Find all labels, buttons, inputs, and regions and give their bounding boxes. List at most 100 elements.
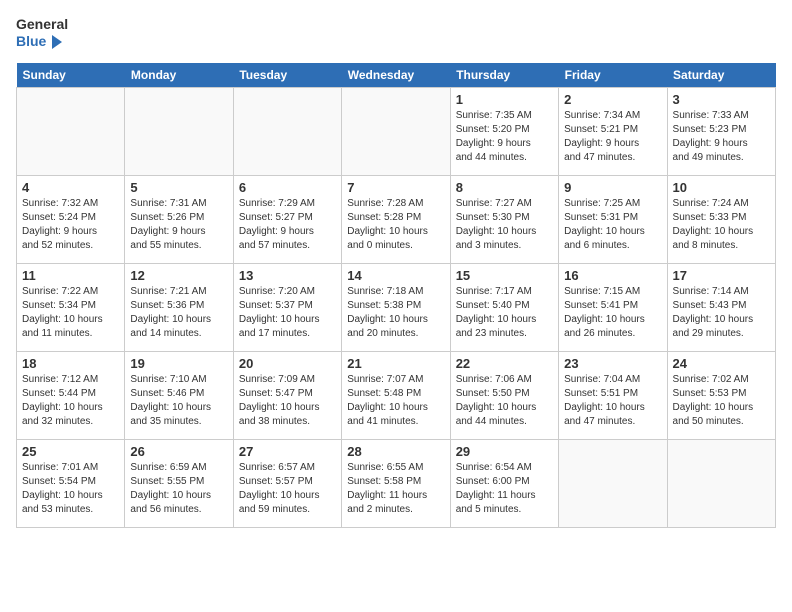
calendar-cell [233, 87, 341, 175]
calendar-table: SundayMondayTuesdayWednesdayThursdayFrid… [16, 63, 776, 528]
day-number: 3 [673, 92, 770, 107]
calendar-cell [125, 87, 233, 175]
calendar-cell: 21 Sunrise: 7:07 AMSunset: 5:48 PMDayligh… [342, 351, 450, 439]
week-row-5: 25 Sunrise: 7:01 AMSunset: 5:54 PMDayligh… [17, 439, 776, 527]
week-row-3: 11 Sunrise: 7:22 AMSunset: 5:34 PMDayligh… [17, 263, 776, 351]
calendar-cell: 7 Sunrise: 7:28 AMSunset: 5:28 PMDaylight… [342, 175, 450, 263]
weekday-header-saturday: Saturday [667, 63, 775, 88]
calendar-cell: 16Sunrise: 7:15 AMSunset: 5:41 PMDayligh… [559, 263, 667, 351]
day-number: 8 [456, 180, 553, 195]
calendar-cell [342, 87, 450, 175]
day-number: 23 [564, 356, 661, 371]
calendar-cell: 15Sunrise: 7:17 AMSunset: 5:40 PMDayligh… [450, 263, 558, 351]
day-number: 27 [239, 444, 336, 459]
day-info: Sunrise: 7:02 AMSunset: 5:53 PMDaylight:… [673, 373, 770, 429]
calendar-cell: 18 Sunrise: 7:12 AMSunset: 5:44 PMDayligh… [17, 351, 125, 439]
day-info: Sunrise: 7:20 AMSunset: 5:37 PMDaylight:… [239, 285, 336, 341]
day-info: Sunrise: 7:35 AMSunset: 5:20 PMDaylight:… [456, 109, 553, 165]
logo-arrow-icon [48, 33, 66, 51]
calendar-cell: 23 Sunrise: 7:04 AMSunset: 5:51 PMDayligh… [559, 351, 667, 439]
calendar-cell: 8 Sunrise: 7:27 AMSunset: 5:30 PMDaylight… [450, 175, 558, 263]
day-number: 9 [564, 180, 661, 195]
day-info: Sunrise: 6:55 AMSunset: 5:58 PMDaylight:… [347, 461, 444, 517]
day-number: 4 [22, 180, 119, 195]
day-number: 20 [239, 356, 336, 371]
calendar-cell: 6 Sunrise: 7:29 AMSunset: 5:27 PMDaylight… [233, 175, 341, 263]
weekday-header-wednesday: Wednesday [342, 63, 450, 88]
day-info: Sunrise: 7:14 AMSunset: 5:43 PMDaylight:… [673, 285, 770, 341]
day-info: Sunrise: 7:27 AMSunset: 5:30 PMDaylight:… [456, 197, 553, 253]
logo-text: General Blue [16, 16, 68, 51]
calendar-cell: 20Sunrise: 7:09 AMSunset: 5:47 PMDayligh… [233, 351, 341, 439]
calendar-cell: 14 Sunrise: 7:18 AMSunset: 5:38 PMDayligh… [342, 263, 450, 351]
calendar-cell: 2 Sunrise: 7:34 AMSunset: 5:21 PMDaylight… [559, 87, 667, 175]
day-number: 19 [130, 356, 227, 371]
page-header: General Blue [16, 16, 776, 51]
day-info: Sunrise: 7:34 AMSunset: 5:21 PMDaylight:… [564, 109, 661, 165]
day-info: Sunrise: 7:07 AMSunset: 5:48 PMDaylight:… [347, 373, 444, 429]
day-info: Sunrise: 6:57 AMSunset: 5:57 PMDaylight:… [239, 461, 336, 517]
calendar-cell: 1Sunrise: 7:35 AMSunset: 5:20 PMDaylight… [450, 87, 558, 175]
day-number: 5 [130, 180, 227, 195]
day-number: 7 [347, 180, 444, 195]
weekday-header-sunday: Sunday [17, 63, 125, 88]
day-number: 13 [239, 268, 336, 283]
day-info: Sunrise: 7:10 AMSunset: 5:46 PMDaylight:… [130, 373, 227, 429]
logo: General Blue [16, 16, 68, 51]
calendar-cell: 10 Sunrise: 7:24 AMSunset: 5:33 PMDayligh… [667, 175, 775, 263]
day-number: 18 [22, 356, 119, 371]
week-row-1: 1Sunrise: 7:35 AMSunset: 5:20 PMDaylight… [17, 87, 776, 175]
weekday-header-tuesday: Tuesday [233, 63, 341, 88]
calendar-cell: 24 Sunrise: 7:02 AMSunset: 5:53 PMDayligh… [667, 351, 775, 439]
calendar-cell: 25 Sunrise: 7:01 AMSunset: 5:54 PMDayligh… [17, 439, 125, 527]
day-number: 14 [347, 268, 444, 283]
calendar-cell: 19 Sunrise: 7:10 AMSunset: 5:46 PMDayligh… [125, 351, 233, 439]
day-info: Sunrise: 7:28 AMSunset: 5:28 PMDaylight:… [347, 197, 444, 253]
calendar-cell [559, 439, 667, 527]
day-info: Sunrise: 7:29 AMSunset: 5:27 PMDaylight:… [239, 197, 336, 253]
day-number: 6 [239, 180, 336, 195]
day-number: 22 [456, 356, 553, 371]
weekday-header-row: SundayMondayTuesdayWednesdayThursdayFrid… [17, 63, 776, 88]
day-info: Sunrise: 7:25 AMSunset: 5:31 PMDaylight:… [564, 197, 661, 253]
day-info: Sunrise: 7:04 AMSunset: 5:51 PMDaylight:… [564, 373, 661, 429]
calendar-cell: 13 Sunrise: 7:20 AMSunset: 5:37 PMDayligh… [233, 263, 341, 351]
day-info: Sunrise: 7:24 AMSunset: 5:33 PMDaylight:… [673, 197, 770, 253]
calendar-cell: 29Sunrise: 6:54 AMSunset: 6:00 PMDayligh… [450, 439, 558, 527]
day-info: Sunrise: 7:01 AMSunset: 5:54 PMDaylight:… [22, 461, 119, 517]
calendar-cell: 5 Sunrise: 7:31 AMSunset: 5:26 PMDaylight… [125, 175, 233, 263]
day-number: 24 [673, 356, 770, 371]
week-row-4: 18 Sunrise: 7:12 AMSunset: 5:44 PMDayligh… [17, 351, 776, 439]
day-info: Sunrise: 7:17 AMSunset: 5:40 PMDaylight:… [456, 285, 553, 341]
day-info: Sunrise: 7:12 AMSunset: 5:44 PMDaylight:… [22, 373, 119, 429]
weekday-header-friday: Friday [559, 63, 667, 88]
day-info: Sunrise: 7:21 AMSunset: 5:36 PMDaylight:… [130, 285, 227, 341]
day-number: 16 [564, 268, 661, 283]
calendar-cell: 17 Sunrise: 7:14 AMSunset: 5:43 PMDayligh… [667, 263, 775, 351]
day-info: Sunrise: 6:54 AMSunset: 6:00 PMDaylight:… [456, 461, 553, 517]
weekday-header-thursday: Thursday [450, 63, 558, 88]
day-number: 11 [22, 268, 119, 283]
calendar-cell [667, 439, 775, 527]
weekday-header-monday: Monday [125, 63, 233, 88]
calendar-cell: 12 Sunrise: 7:21 AMSunset: 5:36 PMDayligh… [125, 263, 233, 351]
day-info: Sunrise: 7:33 AMSunset: 5:23 PMDaylight:… [673, 109, 770, 165]
day-number: 26 [130, 444, 227, 459]
week-row-2: 4 Sunrise: 7:32 AMSunset: 5:24 PMDaylight… [17, 175, 776, 263]
day-info: Sunrise: 7:32 AMSunset: 5:24 PMDaylight:… [22, 197, 119, 253]
day-number: 10 [673, 180, 770, 195]
calendar-cell: 11 Sunrise: 7:22 AMSunset: 5:34 PMDayligh… [17, 263, 125, 351]
calendar-cell: 3 Sunrise: 7:33 AMSunset: 5:23 PMDaylight… [667, 87, 775, 175]
day-number: 25 [22, 444, 119, 459]
day-number: 21 [347, 356, 444, 371]
day-info: Sunrise: 7:18 AMSunset: 5:38 PMDaylight:… [347, 285, 444, 341]
day-info: Sunrise: 7:22 AMSunset: 5:34 PMDaylight:… [22, 285, 119, 341]
day-number: 12 [130, 268, 227, 283]
calendar-cell: 4 Sunrise: 7:32 AMSunset: 5:24 PMDaylight… [17, 175, 125, 263]
calendar-cell: 22Sunrise: 7:06 AMSunset: 5:50 PMDayligh… [450, 351, 558, 439]
day-info: Sunrise: 7:31 AMSunset: 5:26 PMDaylight:… [130, 197, 227, 253]
day-number: 2 [564, 92, 661, 107]
day-number: 28 [347, 444, 444, 459]
calendar-cell: 9 Sunrise: 7:25 AMSunset: 5:31 PMDaylight… [559, 175, 667, 263]
day-number: 17 [673, 268, 770, 283]
